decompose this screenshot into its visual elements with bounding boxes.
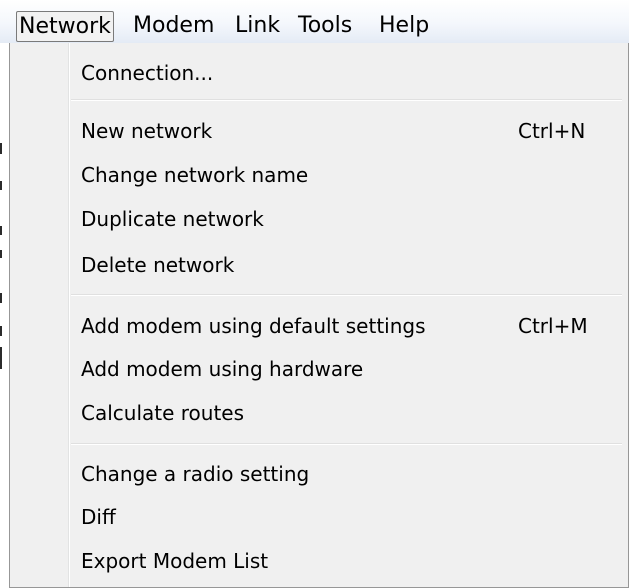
- menu-item-calculate-routes[interactable]: Calculate routes: [10, 391, 628, 435]
- menu-item-add-modem-hardware[interactable]: Add modem using hardware: [10, 347, 628, 391]
- menu-item-label: Change a radio setting: [81, 462, 310, 486]
- menu-item-connection[interactable]: Connection...: [10, 51, 628, 95]
- menu-item-export-modem-list[interactable]: Export Modem List: [10, 539, 628, 583]
- menu-item-duplicate-network[interactable]: Duplicate network: [10, 197, 628, 241]
- menu-modem[interactable]: Modem: [131, 11, 216, 42]
- menu-item-label: New network: [81, 119, 213, 143]
- menu-item-shortcut: Ctrl+N: [518, 119, 586, 143]
- background-artifact: [0, 226, 2, 235]
- menu-item-add-modem-default[interactable]: Add modem using default settings Ctrl+M: [10, 304, 628, 348]
- background-artifact: [0, 347, 2, 369]
- menu-item-label: Add modem using default settings: [81, 314, 426, 338]
- menu-item-label: Add modem using hardware: [81, 357, 364, 381]
- menu-item-label: Delete network: [81, 253, 235, 277]
- background-artifact: [0, 250, 2, 258]
- menu-item-label: Export Modem List: [81, 549, 269, 573]
- menu-link[interactable]: Link: [233, 11, 282, 42]
- background-artifact: [0, 326, 2, 336]
- menu-item-label: Change network name: [81, 163, 309, 187]
- menu-item-delete-network[interactable]: Delete network: [10, 243, 628, 287]
- network-dropdown-menu: Connection... New network Ctrl+N Change …: [9, 43, 629, 588]
- menu-separator: [71, 443, 622, 445]
- background-artifact: [0, 143, 2, 154]
- menu-item-label: Connection...: [81, 61, 214, 85]
- menu-network[interactable]: Network: [16, 11, 114, 42]
- menu-item-label: Duplicate network: [81, 207, 264, 231]
- background-window-edge: [0, 43, 9, 588]
- menu-item-diff[interactable]: Diff: [10, 495, 628, 539]
- menu-item-label: Diff: [81, 505, 116, 529]
- menu-help[interactable]: Help: [377, 11, 431, 42]
- menu-separator: [71, 99, 622, 101]
- menu-item-change-network-name[interactable]: Change network name: [10, 153, 628, 197]
- menu-item-shortcut: Ctrl+M: [518, 314, 588, 338]
- menu-item-change-radio-setting[interactable]: Change a radio setting: [10, 452, 628, 496]
- background-artifact: [0, 181, 2, 190]
- menu-separator: [71, 294, 622, 296]
- menu-bar: Network Modem Link Tools Help: [0, 0, 629, 43]
- background-artifact: [0, 293, 2, 303]
- menu-item-label: Calculate routes: [81, 401, 245, 425]
- menu-tools[interactable]: Tools: [296, 11, 354, 42]
- menu-item-new-network[interactable]: New network Ctrl+N: [10, 109, 628, 153]
